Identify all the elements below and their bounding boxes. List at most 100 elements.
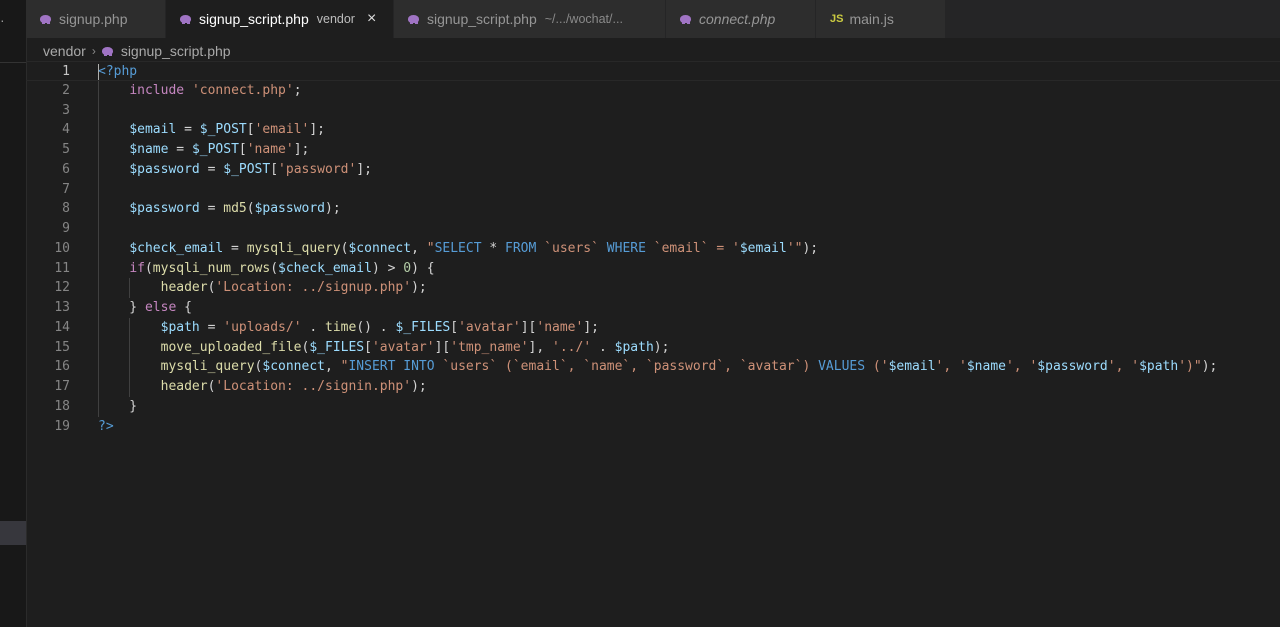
code-token: header — [160, 379, 208, 394]
code-content: } — [98, 397, 137, 417]
code-line[interactable]: 4 $email = $_POST['email']; — [26, 120, 1280, 140]
code-token: } — [98, 398, 138, 414]
code-content: header('Location: ../signup.php'); — [98, 278, 427, 298]
code-line[interactable]: 8 $password = md5($password); — [26, 199, 1280, 219]
code-token: $path — [1139, 359, 1179, 375]
code-content: include 'connect.php'; — [98, 81, 301, 101]
code-line[interactable]: 6 $password = $_POST['password']; — [26, 159, 1280, 180]
code-line[interactable]: 1 <?php — [26, 61, 1280, 81]
code-line[interactable]: 11 if(mysqli_num_rows($check_email) > 0)… — [26, 258, 1280, 279]
code-content: mysqli_query($connect, "INSERT INTO `use… — [98, 357, 1218, 377]
code-token: ]; — [309, 122, 326, 138]
code-token: 'email' — [254, 122, 310, 138]
code-token: ( — [270, 260, 279, 276]
code-token: ); — [653, 339, 670, 355]
line-number: 18 — [54, 398, 70, 414]
line-number: 12 — [54, 280, 70, 296]
code-content: $check_email = mysqli_query($connect, "S… — [98, 239, 818, 259]
tab-description: ~/.../wochat/... — [544, 12, 623, 26]
breadcrumb-file[interactable]: signup_script.php — [121, 43, 231, 59]
code-token: 'avatar' — [371, 339, 435, 355]
tab-main-js[interactable]: JS main.js — [816, 0, 946, 38]
indent-guide — [98, 219, 99, 239]
code-token: $_POST — [223, 161, 271, 177]
code-token: $email — [888, 359, 936, 375]
code-token: ); — [1201, 359, 1218, 375]
code-content: $password = $_POST['password']; — [98, 160, 372, 180]
code-token: WHERE — [606, 240, 646, 256]
tab-signup-php[interactable]: signup.php — [26, 0, 166, 38]
code-line[interactable]: 15 move_uploaded_file($_FILES['avatar'][… — [26, 337, 1280, 358]
code-content: $email = $_POST['email']; — [98, 120, 325, 140]
code-token: = — [199, 201, 224, 217]
code-line[interactable]: 17 header('Location: ../signin.php'); — [26, 377, 1280, 397]
code-line[interactable]: 3 — [26, 100, 1280, 121]
code-token: $path — [160, 319, 200, 335]
code-line[interactable]: 9 — [26, 219, 1280, 239]
activity-dot: · — [0, 12, 5, 28]
code-token: ); — [802, 240, 819, 256]
breadcrumb: vendor › signup_script.php — [43, 40, 231, 62]
code-token: <?php — [98, 64, 138, 79]
code-token: . — [301, 319, 326, 335]
tab-description: vendor — [316, 12, 355, 26]
code-token: ]; — [356, 161, 372, 177]
code-token: { — [176, 300, 192, 315]
code-token: [ — [238, 142, 247, 157]
code-token: ); — [411, 280, 427, 296]
activity-selected-item[interactable] — [0, 521, 26, 545]
line-number: 1 — [62, 64, 70, 79]
breadcrumb-folder[interactable]: vendor — [43, 43, 86, 59]
code-token: $password — [129, 201, 200, 217]
code-content: if(mysqli_num_rows($check_email) > 0) { — [98, 259, 434, 279]
code-token: `email` = ' — [645, 240, 740, 256]
code-line[interactable]: 18 } — [26, 396, 1280, 417]
code-line[interactable]: 13 } else { — [26, 298, 1280, 318]
tab-signup-script-php-vendor[interactable]: signup_script.php vendor × — [166, 0, 394, 38]
tab-label: connect.php — [699, 11, 776, 27]
js-file-icon: JS — [830, 13, 844, 25]
tab-label: signup_script.php — [427, 11, 537, 27]
indent-guide — [98, 179, 99, 200]
code-token: = — [176, 122, 200, 138]
code-token: `users` — [536, 240, 607, 256]
code-token: ]; — [293, 142, 310, 157]
tab-signup-script-php-wochat[interactable]: signup_script.php ~/.../wochat/... — [394, 0, 666, 38]
line-number: 4 — [62, 122, 70, 138]
tab-connect-php[interactable]: connect.php — [666, 0, 816, 38]
code-line[interactable]: 19 ?> — [26, 417, 1280, 437]
code-token: $_FILES — [395, 319, 451, 335]
code-token: } — [98, 300, 145, 315]
code-line[interactable]: 2 include 'connect.php'; — [26, 80, 1280, 101]
code-token: " — [426, 240, 435, 256]
code-token: $connect — [262, 359, 325, 375]
code-content: move_uploaded_file($_FILES['avatar']['tm… — [98, 338, 670, 358]
line-number: 3 — [62, 102, 70, 118]
code-line[interactable]: 12 header('Location: ../signup.php'); — [26, 278, 1280, 298]
code-line[interactable]: 7 — [26, 179, 1280, 200]
close-icon[interactable]: × — [367, 10, 376, 28]
code-editor[interactable]: 1 <?php 2 include 'connect.php'; 3 4 $email … — [26, 61, 1280, 627]
code-line[interactable]: 14 $path = 'uploads/' . time() . $_FILES… — [26, 317, 1280, 338]
php-file-icon — [408, 14, 421, 24]
line-number: 13 — [54, 300, 70, 315]
code-token: [ — [450, 319, 459, 335]
code-line[interactable]: 5 $name = $_POST['name']; — [26, 140, 1280, 160]
code-line[interactable]: 10 $check_email = mysqli_query($connect,… — [26, 238, 1280, 259]
line-number: 14 — [54, 319, 70, 335]
tab-label: signup.php — [59, 11, 128, 27]
editor-tabs: signup.php signup_script.php vendor × si… — [26, 0, 1280, 38]
php-file-icon — [101, 46, 115, 56]
code-token: '" — [786, 240, 803, 256]
php-file-icon — [180, 14, 193, 24]
code-token: INTO — [403, 359, 435, 375]
chevron-right-icon: › — [91, 44, 96, 58]
code-token: ); — [325, 201, 341, 217]
code-line[interactable]: 16 mysqli_query($connect, "INSERT INTO `… — [26, 357, 1280, 377]
